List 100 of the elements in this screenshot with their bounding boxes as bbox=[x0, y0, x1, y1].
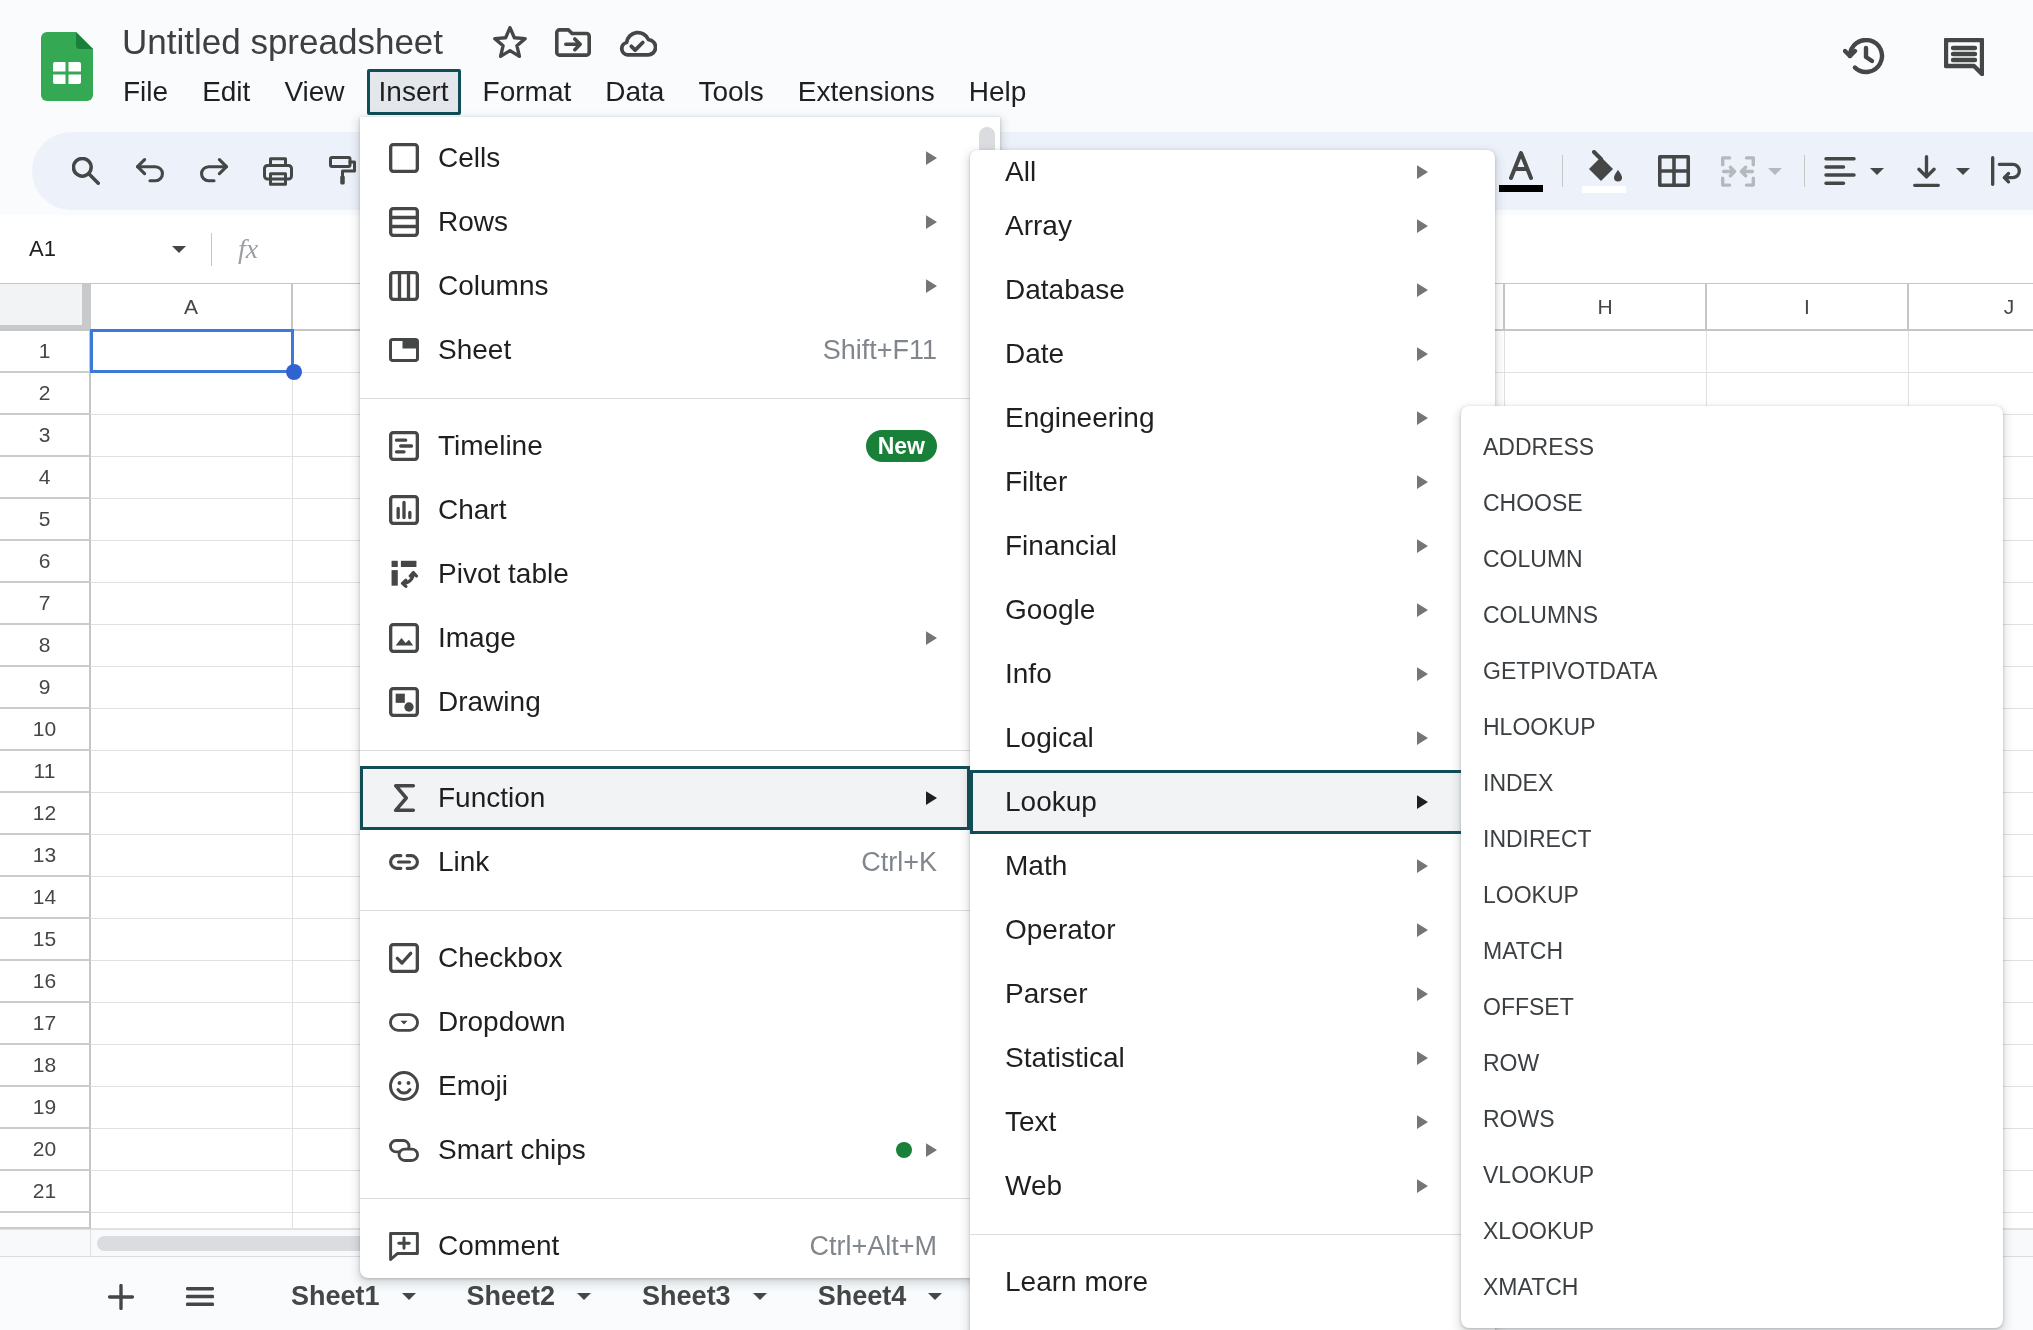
text-wrap-icon[interactable] bbox=[1991, 156, 2021, 186]
row-header[interactable]: 6 bbox=[0, 541, 91, 583]
menu-item[interactable]: Checkbox bbox=[360, 926, 970, 990]
row-header[interactable]: 12 bbox=[0, 793, 91, 835]
column-header[interactable]: H bbox=[1505, 284, 1707, 329]
caret-icon bbox=[928, 1293, 943, 1300]
align-left-icon[interactable] bbox=[1824, 157, 1856, 185]
shortcut-label: Shift+F11 bbox=[822, 334, 937, 366]
borders-icon[interactable] bbox=[1658, 155, 1690, 187]
menu-item[interactable]: Image bbox=[360, 606, 970, 670]
caret-icon[interactable] bbox=[1956, 167, 1970, 175]
menu-item[interactable]: Data bbox=[593, 69, 677, 115]
caret-icon[interactable] bbox=[172, 245, 186, 253]
menu-item[interactable]: Comment Ctrl+Alt+M bbox=[360, 1214, 970, 1278]
row-header[interactable]: 9 bbox=[0, 667, 91, 709]
menu-item[interactable]: Insert bbox=[366, 69, 461, 115]
row-header[interactable]: 7 bbox=[0, 583, 91, 625]
menu-item[interactable]: Dropdown bbox=[360, 990, 970, 1054]
menu-item[interactable]: Chart bbox=[360, 478, 970, 542]
add-comment-icon bbox=[389, 1231, 419, 1261]
link-icon bbox=[389, 854, 419, 870]
align-bottom-icon[interactable] bbox=[1912, 155, 1940, 187]
menu-item[interactable]: Extensions bbox=[785, 69, 947, 115]
row-header[interactable]: 5 bbox=[0, 499, 91, 541]
menu-icon[interactable] bbox=[186, 1287, 214, 1306]
row-header[interactable]: 14 bbox=[0, 877, 91, 919]
text-color-icon[interactable] bbox=[1499, 150, 1543, 192]
name-box[interactable]: A1 bbox=[29, 229, 189, 269]
row-header[interactable]: 18 bbox=[0, 1045, 91, 1087]
sigma-icon bbox=[392, 783, 416, 813]
menu-item[interactable]: Sheet Shift+F11 bbox=[360, 318, 970, 382]
search-icon[interactable] bbox=[72, 157, 100, 185]
row-header[interactable]: 16 bbox=[0, 961, 91, 1003]
fill-bucket-icon[interactable] bbox=[1582, 149, 1626, 193]
menu-item[interactable]: Rows bbox=[360, 190, 970, 254]
rows-icon bbox=[389, 207, 419, 237]
menu-item[interactable]: Pivot table bbox=[360, 542, 970, 606]
menu-item[interactable]: Function bbox=[360, 766, 970, 830]
document-title[interactable]: Untitled spreadsheet bbox=[122, 22, 444, 62]
menu-item[interactable]: Edit bbox=[190, 69, 263, 115]
row-header[interactable]: 21 bbox=[0, 1171, 91, 1213]
menu-item[interactable]: View bbox=[272, 69, 357, 115]
history-icon[interactable] bbox=[1843, 38, 1885, 76]
image-icon bbox=[389, 623, 419, 653]
columns-icon bbox=[389, 271, 419, 301]
row-header[interactable]: 2 bbox=[0, 373, 91, 415]
add-sheet-icon[interactable] bbox=[108, 1283, 134, 1310]
star-icon[interactable] bbox=[493, 26, 528, 58]
paint-roller-icon[interactable] bbox=[328, 156, 356, 186]
column-header[interactable]: I bbox=[1707, 284, 1909, 329]
row-header[interactable]: 11 bbox=[0, 751, 91, 793]
sheet-tab[interactable]: Sheet2 bbox=[446, 1280, 612, 1313]
row-header[interactable]: 10 bbox=[0, 709, 91, 751]
column-header[interactable]: A bbox=[91, 284, 293, 329]
caret-icon[interactable] bbox=[1870, 167, 1884, 175]
redo-icon[interactable] bbox=[200, 158, 228, 184]
row-header[interactable]: 1 bbox=[0, 331, 91, 373]
sheet-tab[interactable]: Sheet4 bbox=[797, 1280, 963, 1313]
menu-item[interactable]: Tools bbox=[686, 69, 776, 115]
sheet-tab[interactable]: Sheet1 bbox=[271, 1280, 436, 1313]
folder-arrow-icon[interactable] bbox=[555, 27, 592, 57]
menu-item[interactable]: Format bbox=[470, 69, 584, 115]
row-header[interactable]: 8 bbox=[0, 625, 91, 667]
row-header[interactable]: 15 bbox=[0, 919, 91, 961]
sheet-tab[interactable]: Sheet3 bbox=[622, 1280, 787, 1313]
menu-item[interactable]: File bbox=[111, 69, 181, 115]
menu-item[interactable]: Drawing bbox=[360, 670, 970, 734]
row-header[interactable]: 3 bbox=[0, 415, 91, 457]
menu-item[interactable]: Columns bbox=[360, 254, 970, 318]
learn-more-link[interactable]: Learn more bbox=[1005, 1266, 1149, 1298]
menu-item[interactable]: Date bbox=[970, 322, 1465, 386]
row-header[interactable]: 13 bbox=[0, 835, 91, 877]
menu-item[interactable]: Emoji bbox=[360, 1054, 970, 1118]
row-header[interactable]: 4 bbox=[0, 457, 91, 499]
selected-cell[interactable] bbox=[90, 329, 294, 373]
caret-icon bbox=[752, 1293, 767, 1300]
menu-item[interactable]: Cells bbox=[360, 126, 970, 190]
menu-item[interactable]: Timeline New bbox=[360, 414, 970, 478]
menu-item[interactable]: Help bbox=[956, 69, 1039, 115]
row-header[interactable]: 17 bbox=[0, 1003, 91, 1045]
shortcut-label: Ctrl+K bbox=[861, 846, 937, 878]
menu-item[interactable]: Link Ctrl+K bbox=[360, 830, 970, 894]
pivot-table-icon bbox=[390, 559, 418, 589]
column-header[interactable]: J bbox=[1909, 284, 2033, 329]
menu-item[interactable]: All bbox=[970, 150, 1465, 194]
row-header[interactable]: 20 bbox=[0, 1129, 91, 1171]
comment-icon[interactable] bbox=[1944, 38, 1984, 76]
app-logo[interactable] bbox=[41, 32, 93, 101]
caret-icon bbox=[577, 1293, 592, 1300]
menu-item[interactable]: Smart chips bbox=[360, 1118, 970, 1182]
caret-icon bbox=[401, 1293, 416, 1300]
bar-chart-icon bbox=[389, 495, 419, 525]
print-icon[interactable] bbox=[263, 156, 293, 186]
menu-item[interactable]: Database bbox=[970, 258, 1465, 322]
row-header[interactable]: 19 bbox=[0, 1087, 91, 1129]
fill-handle[interactable] bbox=[286, 364, 302, 380]
menu-item[interactable]: XMATCH bbox=[1461, 1259, 2003, 1315]
fx-label: fx bbox=[238, 233, 259, 265]
menu-item[interactable]: Array bbox=[970, 194, 1465, 258]
undo-icon[interactable] bbox=[136, 158, 164, 184]
